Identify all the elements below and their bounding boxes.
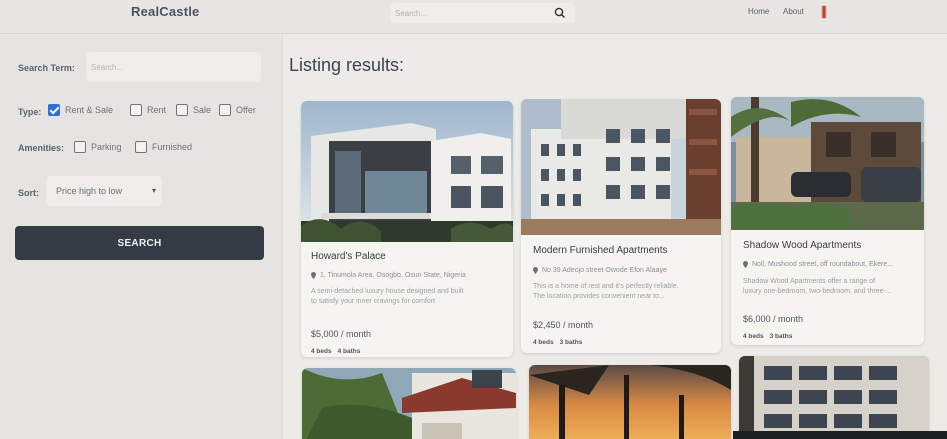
baths-count: 3 baths — [769, 333, 793, 340]
search-term-input[interactable] — [86, 52, 261, 82]
chevron-down-icon: ▾ — [151, 186, 156, 195]
description-line: A semi-detached luxury house designed an… — [311, 288, 464, 295]
rent-checkbox[interactable] — [130, 104, 142, 116]
listing-image[interactable] — [302, 368, 516, 439]
listing-card[interactable] — [302, 368, 516, 439]
listing-card[interactable]: Shadow Wood Apartments Noll, Mushood str… — [731, 97, 924, 345]
page-title: Listing results: — [289, 55, 405, 75]
offer-label: Offer — [236, 105, 256, 115]
listing-description: Shadow Wood Apartments offer a range of … — [743, 277, 923, 297]
site-logo[interactable]: RealCastle — [131, 4, 199, 19]
taskbar-strip — [733, 431, 947, 439]
address-text: Noll, Mushood street, off roundabout, Ek… — [752, 261, 894, 268]
sort-select[interactable]: Price high to low ▾ — [46, 176, 162, 206]
sort-label: Sort: — [18, 188, 39, 198]
type-sale-option[interactable]: Sale — [176, 104, 211, 116]
listing-meta: 4 beds 3 baths — [743, 333, 798, 340]
listing-card[interactable]: Howard's Palace 1, Tinumola Area, Osogbo… — [301, 101, 513, 357]
search-icon[interactable] — [552, 5, 568, 21]
search-button[interactable]: SEARCH — [15, 226, 264, 260]
listing-title[interactable]: Howard's Palace — [311, 251, 386, 262]
search-term-label: Search Term: — [18, 63, 75, 73]
user-avatar-icon[interactable] — [818, 3, 830, 21]
listing-meta: 4 beds 3 baths — [533, 339, 588, 346]
offer-checkbox[interactable] — [219, 104, 231, 116]
location-pin-icon — [311, 272, 316, 279]
top-header: RealCastle Home About — [0, 0, 947, 34]
header-search-input[interactable] — [395, 5, 545, 21]
amenity-furnished-option[interactable]: Furnished — [135, 141, 192, 153]
description-line: This is a home of rest and it's perfectl… — [533, 283, 679, 290]
description-line: The location provides convenient near to… — [533, 293, 665, 300]
sale-checkbox[interactable] — [176, 104, 188, 116]
listing-description: A semi-detached luxury house designed an… — [311, 287, 511, 307]
rent-label: Rent — [147, 105, 167, 115]
listing-card[interactable] — [739, 356, 929, 439]
listing-image[interactable] — [529, 365, 731, 439]
sort-selected-value: Price high to low — [56, 186, 123, 196]
amenities-label: Amenities: — [18, 143, 65, 153]
beds-count: 4 beds — [311, 348, 332, 355]
baths-count: 4 baths — [337, 348, 361, 355]
listing-address: Noll, Mushood street, off roundabout, Ek… — [743, 261, 893, 268]
description-line: to satisfy your inner cravings for comfo… — [311, 298, 436, 305]
rent-sale-label: Rent & Sale — [65, 105, 114, 115]
address-text: 1, Tinumola Area, Osogbo, Osun State, Ni… — [320, 272, 466, 279]
nav-home-link[interactable]: Home — [748, 7, 769, 16]
header-search — [390, 3, 575, 23]
description-line: luxury one-bedroom, two-bedroom, and thr… — [743, 288, 892, 295]
listing-title[interactable]: Modern Furnished Apartments — [533, 245, 668, 256]
amenity-parking-option[interactable]: Parking — [74, 141, 122, 153]
listing-image[interactable] — [521, 99, 721, 235]
listing-price: $5,000 / month — [311, 329, 372, 339]
listing-price: $6,000 / month — [743, 314, 804, 324]
furnished-checkbox[interactable] — [135, 141, 147, 153]
description-line: Shadow Wood Apartments offer a range of — [743, 278, 876, 285]
baths-count: 3 baths — [559, 339, 583, 346]
beds-count: 4 beds — [533, 339, 554, 346]
nav-about-link[interactable]: About — [783, 7, 804, 16]
rent-sale-checkbox[interactable] — [48, 104, 60, 116]
sale-label: Sale — [193, 105, 212, 115]
listing-address: 1, Tinumola Area, Osogbo, Osun State, Ni… — [311, 272, 466, 279]
location-pin-icon — [533, 267, 538, 274]
listing-address: No 39 Adeojo street Owode Efon Alaaye — [533, 267, 667, 274]
parking-label: Parking — [91, 142, 122, 152]
listing-card[interactable] — [529, 365, 731, 439]
address-text: No 39 Adeojo street Owode Efon Alaaye — [542, 267, 667, 274]
listing-price: $2,450 / month — [533, 320, 594, 330]
listing-image[interactable] — [301, 101, 513, 242]
filter-sidebar: Search Term: Type: Rent & Sale Rent Sale… — [0, 35, 283, 439]
furnished-label: Furnished — [152, 142, 193, 152]
listing-image[interactable] — [739, 356, 929, 439]
type-offer-option[interactable]: Offer — [219, 104, 256, 116]
location-pin-icon — [743, 261, 748, 268]
beds-count: 4 beds — [743, 333, 764, 340]
type-rent-sale-option[interactable]: Rent & Sale — [48, 104, 113, 116]
type-rent-option[interactable]: Rent — [130, 104, 166, 116]
parking-checkbox[interactable] — [74, 141, 86, 153]
listing-image[interactable] — [731, 97, 924, 230]
listing-title[interactable]: Shadow Wood Apartments — [743, 240, 861, 251]
listing-meta: 4 beds 4 baths — [311, 348, 366, 355]
type-label: Type: — [18, 107, 42, 117]
listing-card[interactable]: Modern Furnished Apartments No 39 Adeojo… — [521, 99, 721, 353]
listing-description: This is a home of rest and it's perfectl… — [533, 282, 718, 302]
